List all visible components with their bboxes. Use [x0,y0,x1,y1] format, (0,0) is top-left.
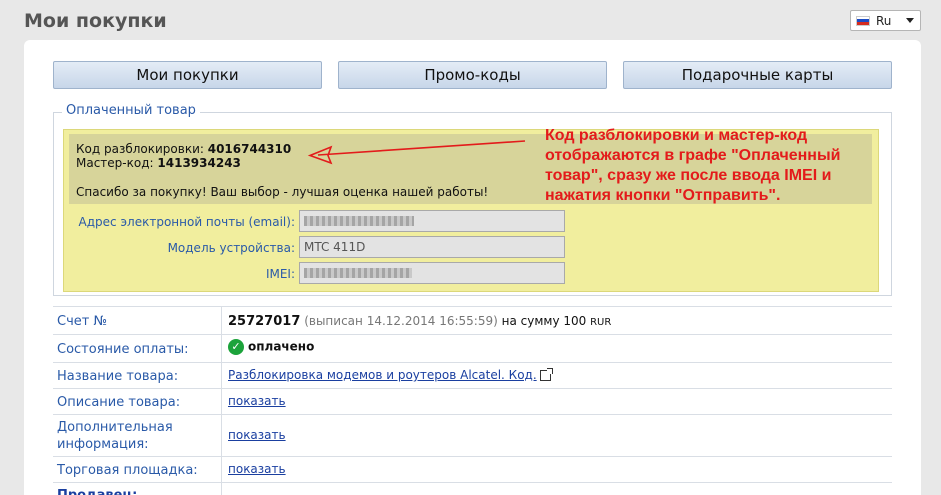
email-field[interactable] [299,210,565,232]
model-label: Модель устройства: [167,241,295,255]
seller-row: Продавец: [53,482,892,495]
product-name-label: Название товара: [57,369,179,384]
description-row: Описание товара: показать [53,388,892,414]
product-name-row: Название товара: Разблокировка модемов и… [53,362,892,388]
language-select[interactable]: Ru [850,10,921,31]
payment-status-value: ✓ оплачено [228,339,314,355]
marketplace-row: Торговая площадка: показать [53,456,892,482]
master-code-label: Мастер-код: [76,156,154,170]
payment-status-row: Состояние оплаты: ✓ оплачено [53,334,892,362]
redacted-email [304,216,414,226]
annotation-line: Код разблокировки и мастер-код [545,127,808,144]
annotation-line: товар", сразу же после ввода IMEI и [545,167,832,184]
additional-info-show-link[interactable]: показать [228,428,286,442]
product-name-value: Разблокировка модемов и роутеров Alcatel… [228,368,553,382]
unlock-code-line: Код разблокировки: 4016744310 [76,142,291,156]
tab-my-purchases[interactable]: Мои покупки [53,61,322,89]
annotation-callout: Код разблокировки и мастер-код отображаю… [545,126,925,206]
thanks-message: Спасибо за покупку! Ваш выбор - лучшая о… [76,185,489,199]
payment-status-text: оплачено [248,339,315,354]
product-link[interactable]: Разблокировка модемов и роутеров Alcatel… [228,368,537,382]
paid-goods-legend: Оплаченный товар [62,103,200,118]
invoice-currency: RUR [590,317,612,328]
invoice-number: 25727017 [228,314,301,329]
email-label: Адрес электронной почты (email): [78,215,295,229]
model-field[interactable]: MTC 411D [299,236,565,258]
tab-promo-codes[interactable]: Промо-коды [338,61,607,89]
redacted-imei [304,268,412,278]
imei-field[interactable] [299,262,565,284]
description-show-link[interactable]: показать [228,394,286,408]
invoice-value: 25727017 (выписан 14.12.2014 16:55:59) н… [228,314,611,329]
invoice-sum: на сумму 100 [501,314,587,328]
additional-info-label: Дополнительная информация: [57,419,173,453]
unlock-code-label: Код разблокировки: [76,142,204,156]
master-code-line: Мастер-код: 1413934243 [76,156,241,170]
additional-info-label-line: Дополнительная [57,420,173,435]
annotation-line: нажатия кнопки "Отправить". [545,187,781,204]
invoice-issued: (выписан 14.12.2014 16:55:59) [304,314,498,328]
language-value: Ru [876,13,892,28]
additional-info-label-line: информация: [57,437,149,452]
imei-label: IMEI: [265,267,295,281]
russia-flag-icon [856,15,870,26]
payment-status-label: Состояние оплаты: [57,342,189,357]
external-link-icon[interactable] [539,368,553,381]
additional-info-row: Дополнительная информация: показать [53,414,892,456]
page-title: Мои покупки [24,10,167,32]
check-icon: ✓ [228,339,244,355]
tab-gift-cards[interactable]: Подарочные карты [623,61,892,89]
description-label: Описание товара: [57,395,181,410]
master-code-value: 1413934243 [157,156,241,170]
invoice-row: Счет № 25727017 (выписан 14.12.2014 16:5… [53,306,892,334]
invoice-label: Счет № [57,314,107,329]
model-value: MTC 411D [304,240,366,254]
marketplace-show-link[interactable]: показать [228,462,286,476]
annotation-arrow-icon [307,140,526,165]
unlock-code-value: 4016744310 [207,142,292,156]
annotation-line: отображаются в графе "Оплаченный [545,147,841,164]
seller-label: Продавец: [57,487,137,495]
marketplace-label: Торговая площадка: [57,463,198,478]
chevron-down-icon [906,18,914,23]
